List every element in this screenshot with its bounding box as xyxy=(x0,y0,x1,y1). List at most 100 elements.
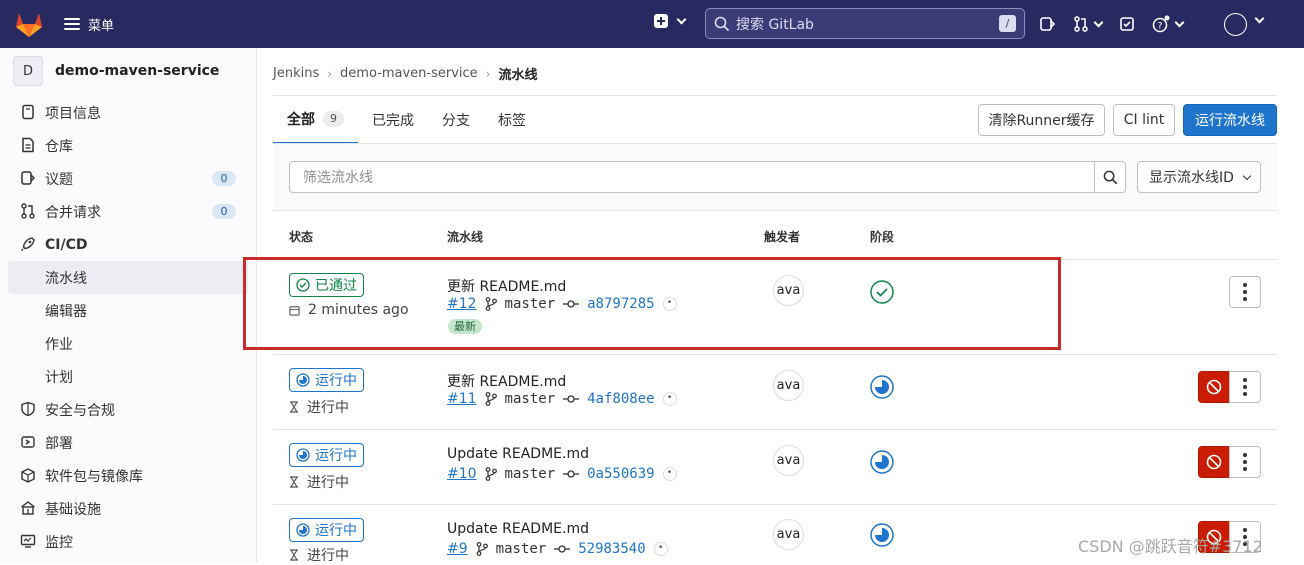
user-avatar-icon: • xyxy=(662,392,677,406)
sidebar-item-packages[interactable]: 软件包与镜像库 xyxy=(0,459,256,492)
tab-tags[interactable]: 标签 xyxy=(484,96,540,144)
cancel-pipeline-button[interactable] xyxy=(1198,371,1230,403)
sidebar-item-cicd[interactable]: CI/CD xyxy=(0,228,256,261)
more-actions-button[interactable] xyxy=(1229,371,1261,403)
header-pipeline: 流水线 xyxy=(447,230,484,244)
sidebar-item-deployments[interactable]: 部署 xyxy=(0,426,256,459)
todo-nav-icon[interactable] xyxy=(1115,12,1139,36)
repository-icon xyxy=(22,137,34,153)
clear-runner-cache-button[interactable]: 清除Runner缓存 xyxy=(978,104,1105,136)
branch-name[interactable]: master xyxy=(505,391,556,407)
project-header[interactable]: D demo-maven-service xyxy=(0,48,256,94)
header-triggerer: 触发者 xyxy=(764,230,801,244)
menu-button[interactable]: 菜单 xyxy=(64,14,114,34)
pipeline-duration: 进行中 xyxy=(289,545,349,565)
commit-sha-link[interactable]: 4af808ee xyxy=(587,391,654,407)
status-badge[interactable]: 运行中 xyxy=(289,518,364,542)
triggerer-avatar[interactable]: ava xyxy=(773,370,804,401)
pipeline-tabs: 全部 9 已完成 分支 标签 xyxy=(273,96,540,144)
hourglass-icon xyxy=(290,401,298,413)
sidebar-item-repository[interactable]: 仓库 xyxy=(0,129,256,162)
breadcrumb-item[interactable]: demo-maven-service xyxy=(340,66,478,81)
chevron-down-icon[interactable] xyxy=(1254,13,1265,24)
run-pipeline-button[interactable]: 运行流水线 xyxy=(1183,104,1277,136)
commit-title[interactable]: 更新 README.md xyxy=(447,371,566,391)
sidebar-item-merge-requests[interactable]: 合并请求 0 xyxy=(0,195,256,228)
sidebar-item-schedules[interactable]: 计划 xyxy=(0,360,256,393)
status-badge[interactable]: 运行中 xyxy=(289,368,364,392)
header-status: 状态 xyxy=(289,230,314,244)
commit-sha-link[interactable]: 52983540 xyxy=(578,541,645,557)
create-new-button[interactable] xyxy=(654,14,687,28)
issues-nav-icon[interactable] xyxy=(1035,12,1059,36)
branch-icon xyxy=(485,467,497,481)
watermark: CSDN @跳跃音符#3712 xyxy=(1078,537,1263,556)
project-avatar: D xyxy=(13,56,43,86)
pipeline-duration: 进行中 xyxy=(289,472,349,492)
hourglass-icon xyxy=(290,476,298,488)
stage-running-icon[interactable] xyxy=(870,523,894,547)
chevron-down-icon xyxy=(676,14,687,24)
branch-name[interactable]: master xyxy=(505,466,556,482)
commit-title[interactable]: Update README.md xyxy=(447,521,589,537)
pipeline-id-link[interactable]: #10 xyxy=(447,466,477,482)
tab-all[interactable]: 全部 9 xyxy=(273,96,358,144)
tab-finished[interactable]: 已完成 xyxy=(358,96,428,144)
merge-requests-count-badge: 0 xyxy=(212,204,236,219)
monitor-icon xyxy=(20,534,36,548)
sidebar-item-label: 软件包与镜像库 xyxy=(45,468,143,485)
triggerer-avatar[interactable]: ava xyxy=(773,445,804,476)
stage-running-icon[interactable] xyxy=(870,450,894,474)
sidebar-item-label: 仓库 xyxy=(45,138,73,155)
gitlab-logo-icon[interactable] xyxy=(14,10,44,38)
sidebar-item-label: 计划 xyxy=(45,369,73,386)
more-actions-button[interactable] xyxy=(1229,276,1261,308)
filter-search-button[interactable] xyxy=(1094,161,1126,193)
help-nav-icon[interactable]: ? xyxy=(1145,12,1189,36)
sidebar-item-security[interactable]: 安全与合规 xyxy=(0,393,256,426)
merge-requests-nav-icon[interactable] xyxy=(1065,12,1109,36)
table-row: 运行中 进行中 Update README.md #10 master 0a55… xyxy=(273,430,1277,505)
sidebar-item-label: 编辑器 xyxy=(45,303,87,320)
duration-label: 进行中 xyxy=(307,400,349,416)
sidebar-item-label: 基础设施 xyxy=(45,501,101,518)
more-actions-button[interactable] xyxy=(1229,446,1261,478)
stage-running-icon[interactable] xyxy=(870,375,894,399)
commit-title[interactable]: Update README.md xyxy=(447,446,589,462)
sidebar-item-jobs[interactable]: 作业 xyxy=(0,327,256,360)
highlight-annotation xyxy=(243,257,1061,350)
triggerer-avatar[interactable]: ava xyxy=(773,519,804,550)
ci-lint-button[interactable]: CI lint xyxy=(1113,104,1175,136)
sidebar-item-monitor[interactable]: 监控 xyxy=(0,525,256,558)
sidebar-item-issues[interactable]: 议题 0 xyxy=(0,162,256,195)
running-icon xyxy=(296,523,310,537)
tab-branches[interactable]: 分支 xyxy=(428,96,484,144)
issues-count-badge: 0 xyxy=(212,171,236,186)
pipeline-id-link[interactable]: #11 xyxy=(447,391,477,407)
chevron-down-icon xyxy=(1242,171,1252,180)
commit-icon xyxy=(563,395,580,403)
breadcrumb-item[interactable]: Jenkins xyxy=(273,66,319,81)
cancel-pipeline-button[interactable] xyxy=(1198,446,1230,478)
search-placeholder: 搜索 GitLab xyxy=(736,16,814,33)
rocket-icon xyxy=(21,237,35,251)
branch-icon xyxy=(485,392,497,406)
sidebar-item-editor[interactable]: 编辑器 xyxy=(0,294,256,327)
sidebar-item-project-info[interactable]: 项目信息 xyxy=(0,96,256,129)
filter-pipelines-input[interactable]: 筛选流水线 xyxy=(289,161,1095,193)
pipeline-meta: #9 master 52983540 • xyxy=(447,541,668,557)
duration-label: 进行中 xyxy=(307,548,349,564)
commit-sha-link[interactable]: 0a550639 xyxy=(587,466,654,482)
branch-name[interactable]: master xyxy=(496,541,547,557)
sidebar-item-infrastructure[interactable]: 基础设施 xyxy=(0,492,256,525)
pipeline-id-select[interactable]: 显示流水线ID xyxy=(1137,161,1261,193)
user-avatar[interactable] xyxy=(1224,13,1247,36)
breadcrumb-current[interactable]: 流水线 xyxy=(498,64,537,83)
chevron-down-icon xyxy=(1174,17,1184,27)
nav-icons: ? xyxy=(1035,12,1189,36)
status-badge[interactable]: 运行中 xyxy=(289,443,364,467)
pipeline-id-link[interactable]: #9 xyxy=(447,541,468,557)
sidebar-item-pipelines[interactable]: 流水线 xyxy=(8,261,248,294)
search-input[interactable]: 搜索 GitLab / xyxy=(705,8,1025,39)
user-avatar-icon: • xyxy=(653,542,668,556)
